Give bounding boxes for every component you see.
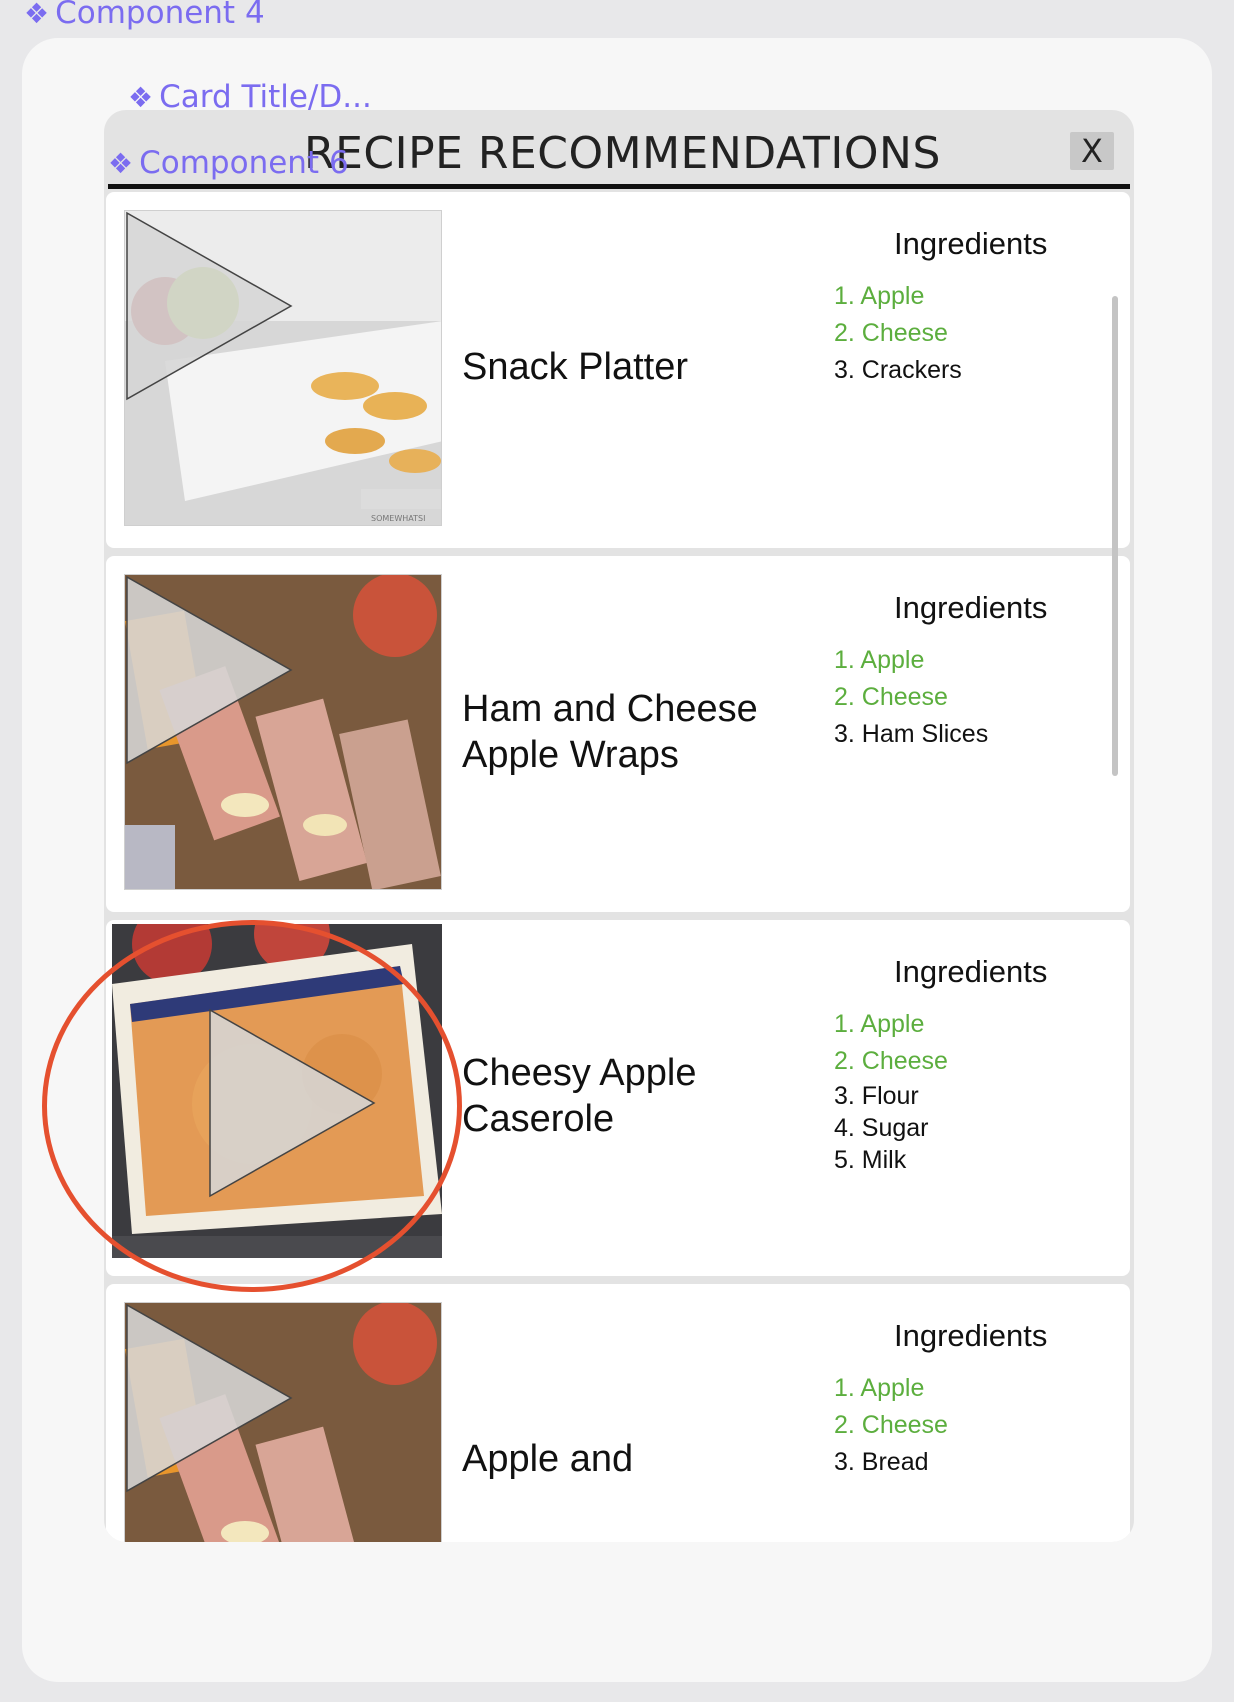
recipe-card[interactable]: Apple and Ingredients 1. Apple 2. Cheese… — [106, 1284, 1130, 1542]
close-button[interactable]: X — [1070, 132, 1114, 170]
recipe-name: Cheesy Apple Caserole — [462, 1052, 697, 1141]
component-diamond-icon: ❖ — [24, 0, 50, 30]
recipe-thumbnail[interactable] — [112, 924, 442, 1258]
ingredient-item: 2. Cheese — [834, 319, 948, 347]
play-icon[interactable] — [208, 1008, 378, 1198]
recipe-thumbnail[interactable] — [124, 1302, 442, 1542]
ingredient-item: 2. Cheese — [834, 683, 948, 711]
component-4-text: Component 4 — [55, 0, 265, 31]
ingredient-item: 1. Apple — [834, 1374, 925, 1402]
ingredients-list: 1. Apple 2. Cheese 3. Ham Slices — [834, 642, 988, 753]
card-title-label: ❖ Card Title/D... — [128, 82, 372, 113]
panel-title: RECIPE RECOMMENDATIONS — [304, 128, 941, 179]
component-6-label: ❖ Component 6 — [108, 148, 349, 179]
ingredients-list: 1. Apple 2. Cheese 3. Crackers — [834, 278, 962, 389]
ingredients-heading: Ingredients — [894, 590, 1048, 625]
list-scrollbar[interactable] — [1112, 296, 1118, 776]
ingredients-list: 1. Apple 2. Cheese 3. Bread — [834, 1370, 948, 1481]
recipe-name: Snack Platter — [462, 346, 688, 388]
component-diamond-icon: ❖ — [128, 80, 154, 114]
ingredients-heading: Ingredients — [894, 954, 1048, 989]
component-6-text: Component 6 — [139, 145, 349, 181]
ingredient-item: 3. Bread — [834, 1448, 929, 1476]
ingredient-item: 1. Apple — [834, 1010, 925, 1038]
ingredient-item: 1. Apple — [834, 646, 925, 674]
ingredient-item: 3. Flour — [834, 1082, 919, 1110]
recipe-card[interactable]: Cheesy Apple Caserole Ingredients 1. App… — [106, 920, 1130, 1276]
ingredient-item: 2. Cheese — [834, 1047, 948, 1075]
play-icon[interactable] — [125, 1303, 295, 1493]
recipe-card[interactable]: Ham and Cheese Apple Wraps Ingredients 1… — [106, 556, 1130, 912]
recipe-recommendations-panel: RECIPE RECOMMENDATIONS X SOMEWHATSI Snac… — [104, 110, 1134, 1542]
ingredient-item: 3. Ham Slices — [834, 720, 989, 748]
recipe-thumbnail[interactable] — [124, 574, 442, 890]
ingredient-item: 3. Crackers — [834, 356, 962, 384]
image-watermark: SOMEWHATSI — [371, 514, 425, 523]
ingredient-item: 4. Sugar — [834, 1114, 929, 1142]
component-4-label: ❖ Component 4 — [24, 0, 265, 29]
recipe-thumbnail[interactable]: SOMEWHATSI — [124, 210, 442, 526]
recipe-name: Ham and Cheese Apple Wraps — [462, 688, 758, 777]
play-icon[interactable] — [125, 211, 295, 401]
recipe-card[interactable]: SOMEWHATSI Snack Platter Ingredients 1. … — [106, 192, 1130, 548]
ingredients-list: 1. Apple 2. Cheese 3. Flour 4. Sugar 5. … — [834, 1006, 948, 1176]
ingredient-item: 1. Apple — [834, 282, 925, 310]
card-title-text: Card Title/D... — [159, 79, 372, 115]
recipe-list[interactable]: SOMEWHATSI Snack Platter Ingredients 1. … — [104, 192, 1134, 1542]
recipe-name: Apple and — [462, 1438, 634, 1480]
play-icon[interactable] — [125, 575, 295, 765]
ingredients-heading: Ingredients — [894, 226, 1048, 261]
ingredient-item: 2. Cheese — [834, 1411, 948, 1439]
component-diamond-icon: ❖ — [108, 146, 134, 180]
ingredients-heading: Ingredients — [894, 1318, 1048, 1353]
ingredient-item: 5. Milk — [834, 1146, 907, 1174]
header-divider — [108, 184, 1130, 189]
